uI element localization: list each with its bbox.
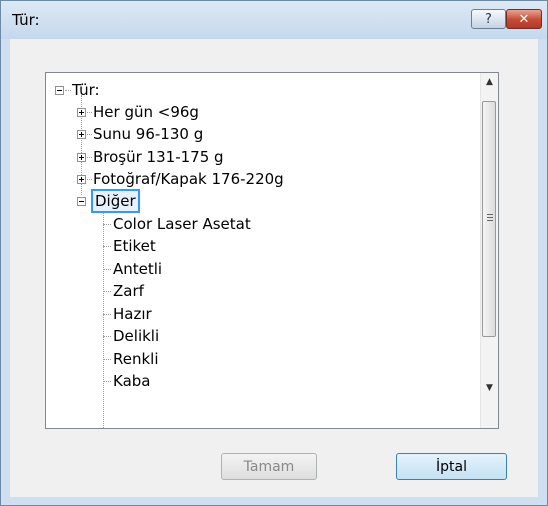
tree-connector <box>87 179 92 180</box>
cancel-button[interactable]: İptal <box>396 453 507 480</box>
tree-item-delikli[interactable]: Delikli <box>113 326 159 346</box>
collapse-icon[interactable] <box>77 197 86 206</box>
expand-icon[interactable] <box>77 153 86 162</box>
tree-connector <box>103 381 111 382</box>
tree-connector <box>65 90 71 91</box>
tree-item-sunu[interactable]: Sunu 96-130 g <box>93 124 203 144</box>
window-title: Tür: <box>12 11 40 29</box>
tree-item-brosur[interactable]: Broşür 131-175 g <box>93 147 224 167</box>
tree-item-color-laser-asetat[interactable]: Color Laser Asetat <box>113 214 251 234</box>
expand-icon[interactable] <box>77 130 86 139</box>
tree-connector <box>87 134 92 135</box>
tree-root-item[interactable]: Tür: <box>72 80 100 100</box>
tree-connector <box>87 112 92 113</box>
help-button[interactable]: ? <box>471 9 506 29</box>
tree-item-her-gun[interactable]: Her gün <96g <box>93 102 199 122</box>
tree-item-diger[interactable]: Diğer <box>91 189 140 213</box>
tree-item-zarf[interactable]: Zarf <box>113 281 144 301</box>
tree-item-hazir[interactable]: Hazır <box>113 304 152 324</box>
vertical-scrollbar[interactable]: ▲ ▼ <box>480 73 498 428</box>
scroll-up-icon[interactable]: ▲ <box>481 73 498 90</box>
tree-item-renkli[interactable]: Renkli <box>113 349 159 369</box>
dialog-window: Tür: ? ✕ Tür: Her gün <96g Sunu 96-130 g… <box>0 0 548 506</box>
ok-button[interactable]: Tamam <box>221 453 317 480</box>
collapse-icon[interactable] <box>55 86 64 95</box>
dialog-content: Tür: Her gün <96g Sunu 96-130 g Broşür 1… <box>10 39 538 497</box>
tree-item-fotograf[interactable]: Fotoğraf/Kapak 176-220g <box>93 169 284 189</box>
tree-connector <box>103 269 111 270</box>
expand-icon[interactable] <box>77 175 86 184</box>
grip-line <box>487 214 493 215</box>
tree-connector <box>103 359 111 360</box>
tree-connector <box>103 291 111 292</box>
tree-item-etiket[interactable]: Etiket <box>113 236 156 256</box>
scroll-thumb[interactable] <box>482 101 496 337</box>
type-tree-view[interactable]: Tür: Her gün <96g Sunu 96-130 g Broşür 1… <box>45 72 499 429</box>
tree-item-antetli[interactable]: Antetli <box>113 259 162 279</box>
grip-line <box>487 217 493 218</box>
tree-connector <box>103 314 111 315</box>
tree-connector <box>103 246 111 247</box>
scroll-down-icon[interactable]: ▼ <box>481 379 498 396</box>
grip-line <box>487 220 493 221</box>
tree-item-kaba[interactable]: Kaba <box>113 371 150 391</box>
tree-connector <box>87 157 92 158</box>
tree-connector <box>103 336 111 337</box>
tree-connector <box>103 224 111 225</box>
close-button[interactable]: ✕ <box>506 9 542 29</box>
expand-icon[interactable] <box>77 108 86 117</box>
title-bar: Tür: ? ✕ <box>1 1 547 39</box>
